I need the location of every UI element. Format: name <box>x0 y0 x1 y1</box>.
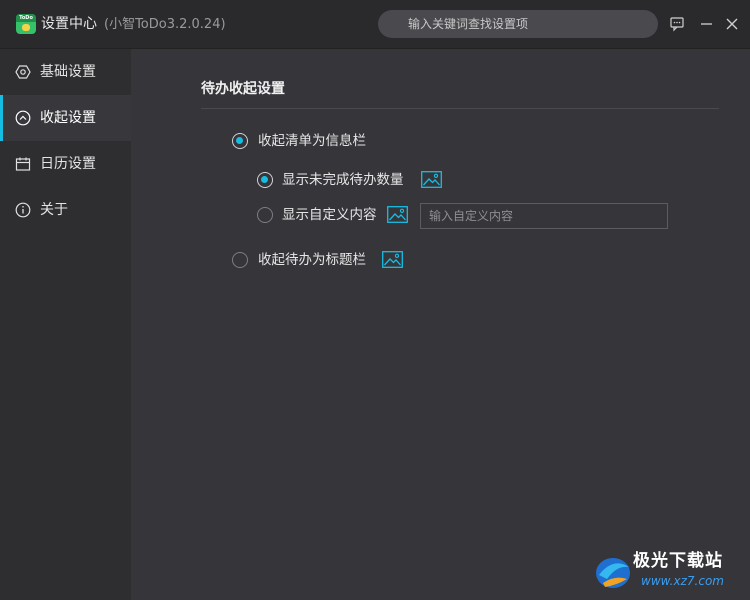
sidebar-item-label: 基础设置 <box>40 64 96 80</box>
watermark: 极光下载站 www.xz7.com <box>593 547 743 595</box>
collapse-up-icon <box>15 110 31 126</box>
hexagon-settings-icon <box>15 65 31 79</box>
settings-search-input[interactable]: 输入关键词查找设置项 <box>378 10 658 38</box>
custom-content-input[interactable] <box>420 203 668 229</box>
minimize-icon <box>701 23 712 25</box>
feedback-button[interactable] <box>666 13 688 35</box>
close-button[interactable] <box>721 13 743 35</box>
watermark-url: www.xz7.com <box>641 574 724 588</box>
sidebar-item-about[interactable]: 关于 <box>0 187 131 233</box>
radio-collapse-to-info-bar[interactable] <box>232 133 248 149</box>
minimize-button[interactable] <box>696 13 718 35</box>
image-preview-icon[interactable] <box>382 251 403 268</box>
info-icon <box>15 202 31 218</box>
app-logo: ToDo <box>16 14 36 34</box>
search-placeholder: 输入关键词查找设置项 <box>408 17 529 31</box>
sidebar-item-calendar-settings[interactable]: 日历设置 <box>0 141 131 187</box>
window-title: 设置中心 <box>41 16 97 32</box>
title-bar: ToDo 设置中心 (小智ToDo3.2.0.24) 输入关键词查找设置项 <box>0 0 750 49</box>
image-preview-icon[interactable] <box>421 171 442 188</box>
radio-show-incomplete-count[interactable] <box>257 172 273 188</box>
chat-bubble-icon <box>670 17 684 32</box>
option-label-collapse-to-info-bar: 收起清单为信息栏 <box>258 133 366 149</box>
sidebar-item-label: 关于 <box>40 202 68 218</box>
option-label-collapse-to-title-bar: 收起待办为标题栏 <box>258 252 366 268</box>
section-divider <box>201 108 719 109</box>
image-preview-icon[interactable] <box>387 206 408 223</box>
option-label-show-custom-content: 显示自定义内容 <box>282 207 377 223</box>
watermark-logo-icon <box>596 558 630 588</box>
sidebar-item-label: 日历设置 <box>40 156 96 172</box>
app-version: (小智ToDo3.2.0.24) <box>104 17 226 32</box>
radio-collapse-to-title-bar[interactable] <box>232 252 248 268</box>
calendar-icon <box>15 157 31 171</box>
sidebar-item-collapse-settings[interactable]: 收起设置 <box>0 95 131 141</box>
section-title: 待办收起设置 <box>201 81 285 97</box>
sidebar-item-basic-settings[interactable]: 基础设置 <box>0 49 131 95</box>
radio-show-custom-content[interactable] <box>257 207 273 223</box>
sidebar: 基础设置 收起设置 日历设置 关于 <box>0 49 131 600</box>
app-logo-text: ToDo <box>16 14 36 22</box>
settings-panel: 待办收起设置 收起清单为信息栏 显示未完成待办数量 显示自定义内容 收起待办为标… <box>131 49 750 600</box>
sidebar-item-label: 收起设置 <box>40 110 96 126</box>
option-label-show-incomplete-count: 显示未完成待办数量 <box>282 172 404 188</box>
watermark-brand: 极光下载站 <box>633 551 723 571</box>
close-icon <box>726 18 738 30</box>
